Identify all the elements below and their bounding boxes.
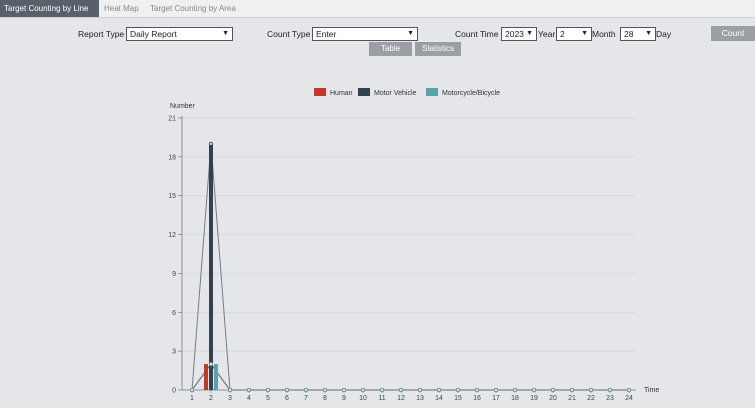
data-point [570, 387, 575, 392]
data-point [208, 141, 213, 146]
x-tick-label: 6 [285, 395, 289, 402]
legend-label: Motor Vehicle [374, 90, 417, 97]
x-tick-label: 7 [304, 395, 308, 402]
x-tick-label: 4 [247, 395, 251, 402]
data-point [398, 387, 403, 392]
legend-label: Motorcycle/Bicycle [442, 90, 500, 97]
data-point [513, 387, 518, 392]
y-tick-label: 0 [172, 388, 176, 395]
x-tick-label: 18 [511, 395, 519, 402]
legend-label: Human [330, 90, 353, 97]
x-tick-label: 1 [190, 395, 194, 402]
y-tick-label: 12 [168, 232, 176, 239]
x-tick-label: 2 [209, 395, 213, 402]
y-axis-title: Number [170, 103, 196, 110]
data-point [589, 387, 594, 392]
data-point [265, 387, 270, 392]
x-tick-label: 20 [549, 395, 557, 402]
y-tick-label: 18 [168, 154, 176, 161]
x-tick-label: 16 [473, 395, 481, 402]
bar-human [204, 364, 208, 390]
x-tick-label: 24 [625, 395, 633, 402]
data-point [360, 387, 365, 392]
x-tick-label: 23 [606, 395, 614, 402]
data-point [341, 387, 346, 392]
data-point [551, 387, 556, 392]
x-tick-label: 21 [568, 395, 576, 402]
data-point [493, 387, 498, 392]
x-tick-label: 13 [416, 395, 424, 402]
x-tick-label: 15 [454, 395, 462, 402]
y-tick-label: 9 [172, 271, 176, 278]
data-point [474, 387, 479, 392]
data-point [208, 362, 213, 367]
x-tick-label: 8 [323, 395, 327, 402]
y-tick-label: 3 [172, 349, 176, 356]
bar-motorcycle-bicycle [214, 364, 218, 390]
data-point [417, 387, 422, 392]
x-tick-label: 3 [228, 395, 232, 402]
x-axis-title: Time [644, 387, 659, 394]
x-tick-label: 19 [530, 395, 538, 402]
x-tick-label: 11 [378, 395, 385, 402]
legend-swatch [426, 88, 438, 96]
data-point [322, 387, 327, 392]
series-line-motor-vehicle [191, 143, 629, 391]
series-line-motorcycle-bicycle [191, 363, 629, 391]
bar-motor-vehicle [209, 143, 213, 390]
series-line-human [191, 363, 629, 391]
data-point [627, 387, 632, 392]
y-tick-label: 6 [172, 310, 176, 317]
x-tick-label: 22 [587, 395, 595, 402]
y-tick-label: 21 [168, 116, 176, 123]
x-tick-label: 14 [435, 395, 443, 402]
y-tick-label: 15 [168, 193, 176, 200]
data-point [284, 387, 289, 392]
data-point [246, 387, 251, 392]
bar-chart: 036912151821NumberTime1 2 3 4 5 6 7 8 9 10 11 12 13 1… [168, 88, 659, 402]
data-point [303, 387, 308, 392]
data-point [436, 387, 441, 392]
x-tick-label: 17 [492, 395, 500, 402]
x-tick-label: 9 [342, 395, 346, 402]
data-point [455, 387, 460, 392]
data-point [379, 387, 384, 392]
legend-swatch [314, 88, 326, 96]
x-tick-label: 10 [359, 395, 367, 402]
data-point [189, 387, 194, 392]
x-tick-label: 5 [266, 395, 270, 402]
data-point [227, 387, 232, 392]
legend-swatch [358, 88, 370, 96]
data-point [532, 387, 537, 392]
x-tick-label: 12 [397, 395, 405, 402]
data-point [608, 387, 613, 392]
